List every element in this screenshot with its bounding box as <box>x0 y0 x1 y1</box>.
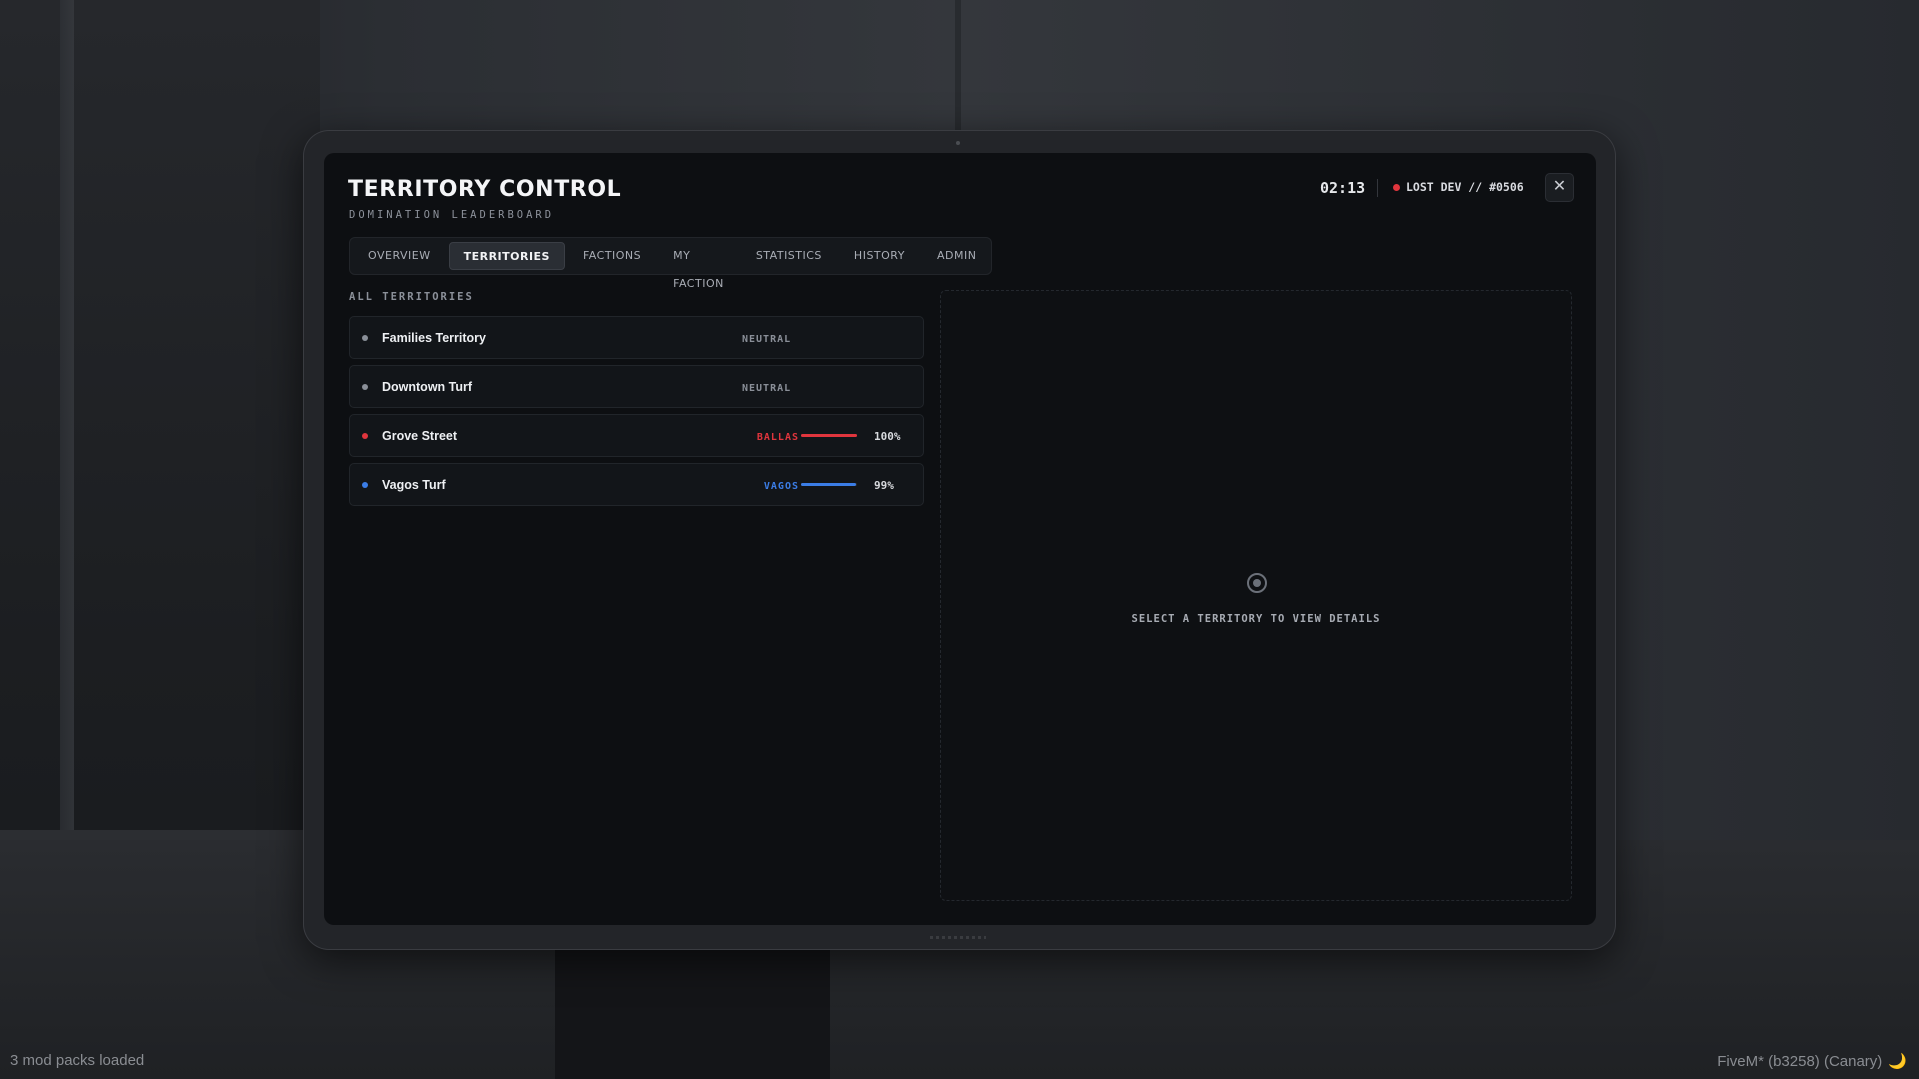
tab-admin[interactable]: ADMIN <box>923 242 990 270</box>
build-info: FiveM* (b3258) (Canary) 🌙 <box>1717 1052 1907 1071</box>
tab-history[interactable]: HISTORY <box>840 242 919 270</box>
tab-statistics[interactable]: STATISTICS <box>742 242 836 270</box>
section-label: ALL TERRITORIES <box>349 291 474 303</box>
status-dot-icon <box>362 384 368 390</box>
tab-territories[interactable]: TERRITORIES <box>448 242 565 270</box>
territory-owner: NEUTRAL <box>742 383 792 394</box>
tab-bar: OVERVIEW TERRITORIES FACTIONS MY FACTION STA… <box>349 237 992 290</box>
territory-list: Families Territory NEUTRAL Downtown Turf NE… <box>349 316 924 512</box>
server-badge: LOST DEV // #0506 <box>1393 180 1524 194</box>
mod-packs-status: 3 mod packs loaded <box>10 1052 145 1069</box>
control-bar-fill <box>801 434 857 437</box>
header-divider <box>1377 179 1378 197</box>
page-title: TERRITORY CONTROL <box>348 177 622 202</box>
player-legs <box>555 940 830 1079</box>
tab-factions[interactable]: FACTIONS <box>569 242 655 270</box>
territory-row[interactable]: Downtown Turf NEUTRAL <box>349 365 924 408</box>
close-icon: ✕ <box>1552 178 1567 195</box>
territory-row[interactable]: Vagos Turf VAGOS 99% <box>349 463 924 506</box>
control-percent: 100% <box>874 430 901 443</box>
wall-edge <box>60 0 74 860</box>
territory-owner: VAGOS <box>763 481 799 492</box>
tab-my-faction[interactable]: MY FACTION <box>659 242 738 290</box>
status-dot-icon <box>362 335 368 341</box>
control-bar-fill <box>801 483 857 486</box>
territory-name: Downtown Turf <box>382 380 473 394</box>
close-button[interactable]: ✕ <box>1545 173 1574 202</box>
page-subtitle: DOMINATION LEADERBOARD <box>349 209 555 221</box>
territory-name: Families Territory <box>382 331 486 345</box>
wall-seam <box>955 0 961 150</box>
build-label: FiveM* (b3258) (Canary) <box>1717 1052 1883 1070</box>
territory-row[interactable]: Families Territory NEUTRAL <box>349 316 924 359</box>
status-dot-icon <box>362 482 368 488</box>
target-icon <box>1247 573 1267 593</box>
territory-name: Grove Street <box>382 429 458 443</box>
details-empty-text: SELECT A TERRITORY TO VIEW DETAILS <box>1131 613 1381 625</box>
tab-overview[interactable]: OVERVIEW <box>354 242 445 270</box>
status-dot-icon <box>362 433 368 439</box>
tablet-speaker <box>930 936 986 939</box>
server-label: LOST DEV // #0506 <box>1406 180 1524 194</box>
tablet-camera <box>956 141 960 145</box>
territory-name: Vagos Turf <box>382 478 446 492</box>
live-dot-icon <box>1393 183 1400 191</box>
territory-details-panel: SELECT A TERRITORY TO VIEW DETAILS <box>940 290 1572 901</box>
control-bar <box>801 483 857 486</box>
moon-icon: 🌙 <box>1888 1053 1907 1070</box>
control-bar <box>801 434 857 437</box>
territory-owner: BALLAS <box>756 432 799 443</box>
territory-row[interactable]: Grove Street BALLAS 100% <box>349 414 924 457</box>
clock: 02:13 <box>1320 179 1366 197</box>
control-percent: 99% <box>874 479 894 492</box>
territory-owner: NEUTRAL <box>742 334 792 345</box>
tablet-screen: TERRITORY CONTROL DOMINATION LEADERBOARD… <box>324 153 1596 925</box>
